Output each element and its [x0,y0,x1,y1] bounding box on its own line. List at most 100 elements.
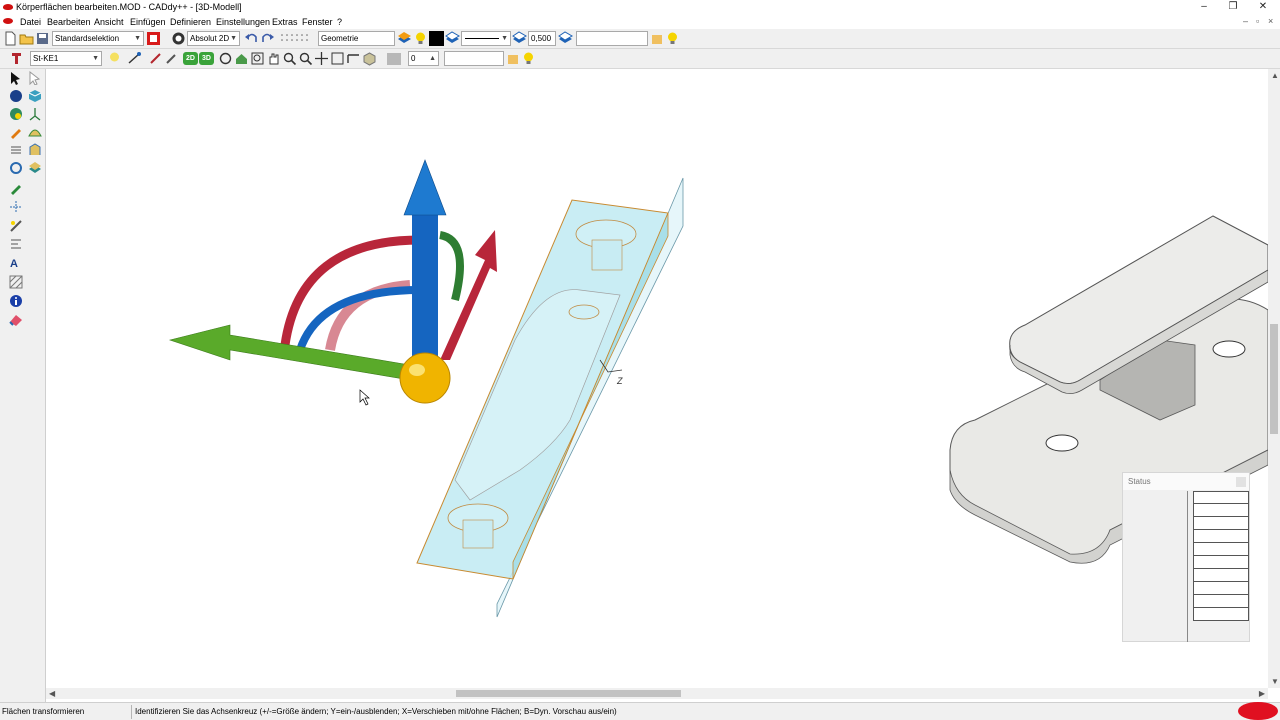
mdi-close-button[interactable]: × [1268,16,1273,26]
status-row[interactable] [1193,582,1249,595]
status-row[interactable] [1193,569,1249,582]
rotation-arc-green[interactable] [438,231,464,301]
pan-hand-icon[interactable] [266,51,281,66]
section-icon[interactable] [346,51,361,66]
save-icon[interactable] [35,31,50,46]
cube-view-icon[interactable] [362,51,377,66]
hand-filter-icon[interactable] [506,51,521,66]
menu-datei[interactable]: Datei [20,17,41,27]
scroll-left-icon[interactable]: ◀ [49,689,55,698]
toolbar2-input[interactable] [444,51,504,66]
status-row[interactable] [1193,608,1249,621]
model-viewport[interactable]: Z [47,69,1268,688]
pen-icon[interactable] [148,51,163,66]
edit-icon[interactable] [164,51,179,66]
text-icon[interactable]: A [9,256,23,270]
zoom-out-icon[interactable] [298,51,313,66]
status-panel[interactable]: Status [1122,472,1250,642]
scroll-down-icon[interactable]: ▼ [1271,677,1279,686]
zoom-in-icon[interactable] [282,51,297,66]
coordinate-mode-select[interactable]: Absolut 2D ▼ [187,31,240,46]
view-3d-button[interactable]: 3D [199,52,214,65]
menu-help[interactable]: ? [337,17,342,27]
transform-icon[interactable] [9,143,23,157]
vertical-scrollbar[interactable]: ▲ ▼ [1268,69,1280,688]
pointer-alt-icon[interactable] [28,71,42,85]
counter-spinner[interactable]: 0 ▲ [408,51,439,66]
measure-icon[interactable] [9,219,23,233]
mdi-minimize-button[interactable]: – [1243,16,1248,26]
status-row[interactable] [1193,556,1249,569]
status-row[interactable] [1193,530,1249,543]
extrude-icon[interactable] [28,143,42,157]
layer-stack-icon[interactable] [558,31,573,46]
status-row[interactable] [1193,504,1249,517]
hatch-icon[interactable] [9,275,23,289]
light-icon[interactable] [107,51,122,66]
axis-icon[interactable] [28,107,42,121]
axis-arrow-red[interactable] [440,230,497,360]
sketch-pen-icon[interactable] [9,181,23,195]
selection-mode-select[interactable]: Standardselektion ▼ [52,31,144,46]
minimize-button[interactable]: – [1196,1,1212,14]
layer-stack-icon[interactable] [512,31,527,46]
house-icon[interactable] [234,51,249,66]
grid-icon[interactable] [279,31,311,46]
menu-extras[interactable]: Extras [272,17,298,27]
layer-stack-icon[interactable] [445,31,460,46]
document-icon[interactable] [3,18,13,24]
menu-ansicht[interactable]: Ansicht [94,17,124,27]
view-2d-button[interactable]: 2D [183,52,198,65]
lightbulb-icon[interactable] [665,31,680,46]
text-style-icon[interactable] [9,237,23,251]
profile-select[interactable]: St-KE1 ▼ [30,51,102,66]
menu-einfuegen[interactable]: Einfügen [130,17,166,27]
pencil-icon[interactable] [9,125,23,139]
linetype-select[interactable]: ▼ [461,31,511,46]
hand-filter-icon[interactable] [650,31,665,46]
zoom-extents-icon[interactable] [330,51,345,66]
status-row[interactable] [1193,595,1249,608]
surface-icon[interactable] [28,125,42,139]
axis-shaft-blue[interactable] [412,215,438,367]
vertical-scroll-thumb[interactable] [1270,324,1278,434]
gizmo-center-sphere[interactable] [399,352,451,404]
dimension-icon[interactable] [9,200,23,214]
zoom-all-icon[interactable] [314,51,329,66]
line-width-input[interactable]: 0,500 [528,31,556,46]
lightbulb-icon[interactable] [413,31,428,46]
globe-icon[interactable] [9,107,23,121]
info-icon[interactable] [9,294,23,308]
color-swatch[interactable] [429,31,444,46]
undo-icon[interactable] [244,31,259,46]
status-panel-close-button[interactable] [1236,477,1246,487]
snap-icon[interactable] [127,51,142,66]
mdi-restore-button[interactable]: ▫ [1256,16,1259,26]
rotate-icon[interactable] [9,161,23,175]
pointer-icon[interactable] [9,71,23,85]
rotation-arc-blue[interactable] [296,286,421,352]
zoom-window-icon[interactable] [250,51,265,66]
lightbulb-icon[interactable] [521,51,536,66]
status-row[interactable] [1193,543,1249,556]
layer-input[interactable]: Geometrie [318,31,395,46]
redo-icon[interactable] [260,31,275,46]
layer-tool-icon[interactable] [28,161,42,175]
filter-input[interactable] [576,31,648,46]
maximize-button[interactable]: ❐ [1225,1,1241,14]
coordinate-icon[interactable] [171,31,186,46]
status-row[interactable] [1193,517,1249,530]
layer-stack-icon[interactable] [397,31,412,46]
selection-filter-icon[interactable] [146,31,161,46]
open-folder-icon[interactable] [19,31,34,46]
shade-color-swatch[interactable] [387,53,401,65]
menu-fenster[interactable]: Fenster [302,17,333,27]
menu-einstellungen[interactable]: Einstellungen [216,17,270,27]
sphere-icon[interactable] [9,89,23,103]
close-button[interactable]: ✕ [1255,1,1271,14]
status-row[interactable] [1193,491,1249,504]
rotate-view-icon[interactable] [218,51,233,66]
menu-bearbeiten[interactable]: Bearbeiten [47,17,91,27]
menu-definieren[interactable]: Definieren [170,17,211,27]
horizontal-scroll-thumb[interactable] [456,690,681,697]
